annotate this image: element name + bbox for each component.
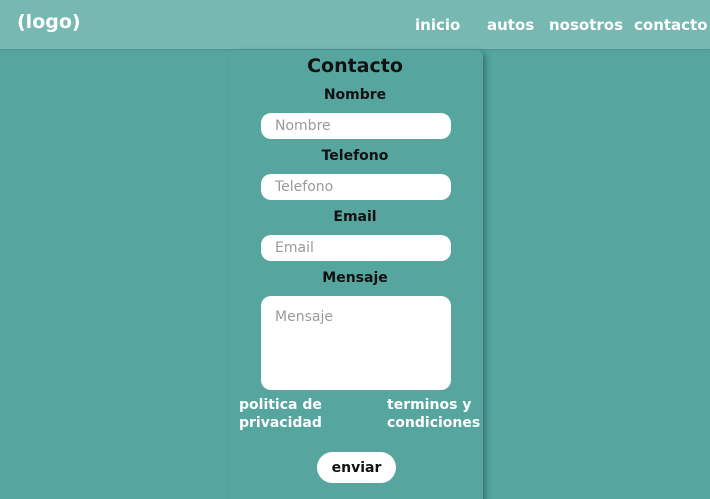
form-title: Contacto — [307, 55, 403, 77]
nav-link-inicio[interactable]: inicio — [415, 16, 460, 34]
site-logo[interactable]: (logo) — [17, 11, 81, 33]
privacy-policy-link[interactable]: politica de privacidad — [239, 396, 339, 432]
mensaje-label: Mensaje — [322, 270, 388, 286]
submit-button[interactable]: enviar — [317, 452, 396, 483]
nombre-label: Nombre — [323, 87, 387, 103]
email-input[interactable] — [261, 235, 451, 261]
telefono-input[interactable] — [261, 174, 451, 200]
nav-link-nosotros[interactable]: nosotros — [549, 16, 623, 34]
terms-link[interactable]: terminos y condiciones — [387, 396, 483, 432]
email-label: Email — [333, 209, 377, 225]
mensaje-textarea[interactable] — [261, 296, 451, 390]
page: (logo) inicio autos nosotros contacto Co… — [0, 0, 710, 499]
telefono-label: Telefono — [321, 148, 389, 164]
nav-link-autos[interactable]: autos — [487, 16, 534, 34]
nombre-input[interactable] — [261, 113, 451, 139]
nav-link-contacto[interactable]: contacto — [634, 16, 708, 34]
top-navbar: (logo) inicio autos nosotros contacto — [0, 0, 710, 49]
